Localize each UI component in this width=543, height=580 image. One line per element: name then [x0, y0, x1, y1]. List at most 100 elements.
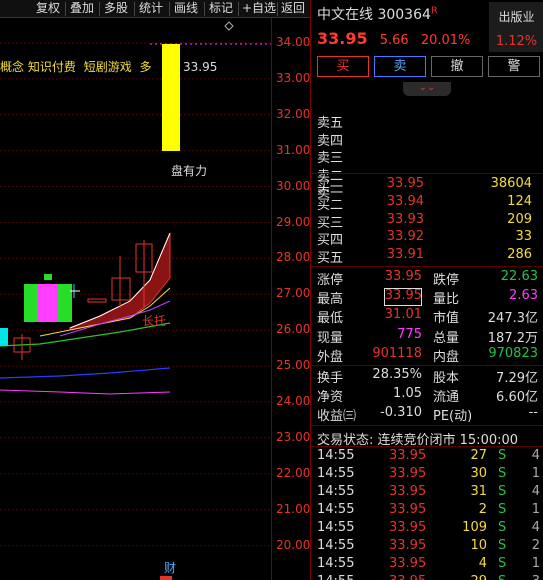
toolbar-overlay-button[interactable]: 叠加 [68, 0, 96, 18]
concept-tag[interactable]: 短剧游戏 [84, 60, 132, 74]
stat-item: 涨停 33.95 [317, 269, 422, 288]
collapse-chevron-icon[interactable]: ⌄⌄ [403, 82, 451, 96]
last-price-tag: 33.95 [183, 60, 218, 74]
tick-price: 33.95 [389, 538, 427, 553]
stat-label: 最高 [317, 292, 344, 308]
bid-volume: 33 [515, 229, 532, 245]
quote-panel: 中文在线 300364R 出版业 1.12% 33.95 5.66 20.01%… [310, 0, 543, 580]
concept-tags: 概念 知识付费 短剧游戏 多 [0, 58, 156, 75]
ma-magenta-line [0, 389, 171, 395]
toolbar-multi-stock-button[interactable]: 多股 [102, 0, 130, 18]
tick-count: 4 [531, 484, 540, 499]
sector-badge[interactable]: 出版业 1.12% [489, 2, 543, 52]
tick-row: 14:55 33.95 29 S 3 [311, 574, 543, 580]
kline-chart-canvas [0, 21, 271, 580]
bid-level-label: 买一 [317, 180, 344, 195]
price-axis-tick: 28.00 [276, 250, 311, 265]
toolbar-divider [277, 2, 278, 16]
tick-count: 4 [531, 520, 540, 535]
tick-side: S [498, 538, 507, 553]
price-axis-tick: 21.00 [276, 501, 311, 516]
tick-volume: 109 [462, 520, 487, 535]
concept-tag[interactable]: 知识付费 [28, 60, 76, 74]
alert-button[interactable]: 警 [488, 56, 540, 77]
stat-item: 收益㈢ -0.310 [317, 405, 422, 424]
price-axis-tick: 30.00 [276, 178, 311, 193]
price-axis-tick: 27.00 [276, 286, 311, 301]
tick-time: 14:55 [317, 520, 355, 535]
stat-item: 股本 7.29亿 [433, 367, 538, 386]
highlight-box [384, 288, 422, 306]
stat-item: 最低 31.01 [317, 307, 422, 326]
tick-price: 33.95 [389, 574, 426, 580]
stat-item: 流通 6.60亿 [433, 386, 538, 405]
bid-volume: 286 [507, 247, 532, 263]
cancel-order-button[interactable]: 撤 [431, 56, 483, 77]
stat-value: 901118 [372, 345, 422, 361]
tick-side: S [498, 484, 507, 499]
tick-row: 14:55 33.95 27 S 4 [311, 448, 543, 466]
tick-row: 14:55 33.95 30 S 1 [311, 466, 543, 484]
stat-value: 187.2万 [487, 330, 538, 346]
stat-value: 22.63 [500, 269, 538, 284]
kline-chart[interactable]: 概念 知识付费 短剧游戏 多 33.95 盘有力 长托 财 [0, 18, 271, 580]
tick-volume: 10 [470, 538, 487, 553]
divider [311, 425, 543, 426]
buy-button[interactable]: 买 [317, 56, 369, 77]
toolbar-add-watchlist-button[interactable]: +自选 [240, 0, 278, 18]
tick-volume: 27 [470, 448, 487, 463]
bid-price: 33.93 [386, 211, 424, 227]
tick-time: 14:55 [317, 538, 355, 553]
tick-count: 1 [531, 556, 540, 571]
toolbar-divider [238, 2, 239, 16]
diamond-icon[interactable] [224, 21, 234, 31]
stat-label: PE(动) [433, 409, 473, 425]
stat-item: 现量 775 [317, 327, 422, 346]
divider [311, 173, 543, 174]
concept-tag[interactable]: 多 [140, 60, 152, 74]
tick-count: 2 [531, 538, 540, 553]
sell-button[interactable]: 卖 [374, 56, 426, 77]
tick-side: S [498, 502, 507, 517]
tick-time: 14:55 [317, 448, 355, 463]
stock-name: 中文在线 [317, 7, 373, 23]
candle [87, 298, 107, 303]
bid-level-row[interactable]: 买一 33.95 38604 [311, 176, 543, 195]
tick-time: 14:55 [317, 574, 354, 580]
price-axis-tick: 23.00 [276, 429, 311, 444]
price-axis-tick: 29.00 [276, 214, 311, 229]
toolbar-mark-button[interactable]: 标记 [207, 0, 235, 18]
tick-volume: 29 [470, 574, 487, 580]
bid-volume: 124 [507, 193, 532, 209]
divider [311, 365, 543, 366]
tick-side: S [498, 448, 507, 463]
price-axis: 34.00 33.00 32.00 31.00 30.00 29.00 28.00 27.00… [271, 18, 310, 580]
price-axis-tick: 31.00 [276, 142, 311, 157]
tick-price: 33.95 [389, 484, 427, 499]
tick-volume: 2 [478, 502, 487, 517]
stat-item: 跌停 22.63 [433, 269, 538, 288]
ask-level-row[interactable]: 卖三 [311, 147, 543, 166]
stat-item: 外盘 901118 [317, 346, 422, 365]
price-axis-tick: 24.00 [276, 394, 311, 408]
bid-level-row[interactable]: 买三 33.93 209 [311, 211, 543, 231]
bid-level-row[interactable]: 买四 33.92 33 [311, 229, 543, 248]
stat-label: 收益㈢ [317, 409, 357, 425]
stat-label: 换手 [317, 371, 344, 386]
bid-level-row[interactable]: 买五 33.91 286 [311, 247, 543, 266]
ask-level-row[interactable]: 卖四 [311, 130, 543, 149]
toolbar-divider [169, 2, 170, 16]
toolbar-stats-button[interactable]: 统计 [137, 0, 165, 18]
ask-level-label: 卖三 [317, 151, 344, 166]
bid-level-row[interactable]: 买二 33.94 124 [311, 193, 543, 213]
ask-level-row[interactable]: 卖五 [311, 112, 543, 131]
toolbar-back-button[interactable]: 返回 [279, 0, 307, 18]
ma-blue-line [0, 367, 171, 379]
toolbar-draw-line-button[interactable]: 画线 [172, 0, 200, 18]
stat-label: 总量 [433, 330, 460, 346]
candle [44, 274, 52, 280]
stat-item: PE(动) -- [433, 405, 538, 424]
stat-value: 2.63 [509, 288, 538, 304]
finance-marker[interactable]: 财 [164, 559, 176, 576]
toolbar-fuquan-button[interactable]: 复权 [34, 0, 62, 18]
